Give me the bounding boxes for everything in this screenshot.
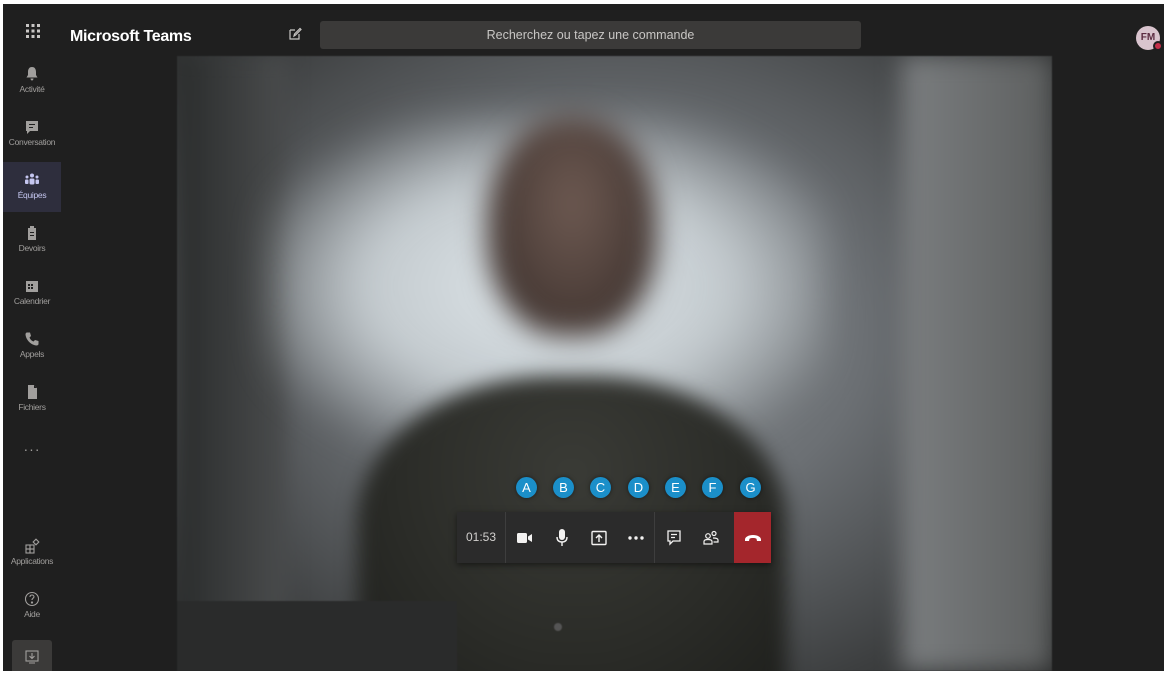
phone-icon: [25, 332, 39, 346]
marker-g: G: [740, 477, 761, 498]
sidebar-item-label: Appels: [19, 349, 45, 359]
sidebar-item-label: Conversation: [8, 137, 56, 147]
marker-a: A: [516, 477, 537, 498]
calendar-icon: [26, 281, 38, 292]
sidebar-item-calendrier[interactable]: Calendrier: [3, 268, 61, 318]
app-title: Microsoft Teams: [70, 28, 192, 45]
share-screen-icon: [590, 530, 607, 545]
bell-icon: [26, 67, 38, 81]
share-screen-button[interactable]: [580, 512, 617, 563]
teams-window: Microsoft Teams Recherchez ou tapez une …: [3, 4, 1164, 671]
microphone-button[interactable]: [543, 512, 580, 563]
sidebar-item-label: Calendrier: [13, 296, 51, 306]
sidebar-item-label: Activité: [19, 84, 45, 94]
sidebar-item-applications[interactable]: Applications: [3, 528, 61, 578]
sidebar-item-label: Applications: [10, 556, 54, 566]
sidebar-item-fichiers[interactable]: Fichiers: [3, 374, 61, 424]
video-camera-icon: [516, 532, 532, 543]
marker-c: C: [590, 477, 611, 498]
marker-b: B: [553, 477, 574, 498]
search-input[interactable]: Recherchez ou tapez une commande: [320, 21, 861, 49]
top-bar: Microsoft Teams Recherchez ou tapez une …: [3, 4, 1164, 56]
teams-icon: [25, 173, 39, 185]
sidebar-item-equipes[interactable]: Équipes: [3, 162, 61, 212]
microphone-icon: [555, 528, 568, 546]
chat-icon: [666, 529, 681, 546]
call-timer: 01:53: [457, 512, 506, 563]
sidebar-item-activite[interactable]: Activité: [3, 56, 61, 106]
marker-e: E: [665, 477, 686, 498]
video-feed: [177, 56, 1052, 671]
apps-icon: [25, 538, 40, 554]
status-badge: [1153, 41, 1163, 51]
marker-d: D: [628, 477, 649, 498]
sidebar-item-devoirs[interactable]: Devoirs: [3, 215, 61, 265]
help-icon: [24, 591, 40, 607]
chat-icon: [26, 121, 38, 134]
sidebar-item-aide[interactable]: Aide: [3, 581, 61, 631]
app-launcher-icon[interactable]: [25, 24, 41, 38]
sidebar-item-label: Aide: [24, 609, 40, 619]
hang-up-icon: [744, 534, 761, 541]
download-icon: [25, 650, 39, 664]
show-participants-button[interactable]: [692, 512, 729, 563]
participants-icon: [702, 530, 719, 545]
camera-button[interactable]: [506, 512, 543, 563]
app-sidebar: Activité Conversation Équipes Devoirs Ca…: [3, 56, 61, 671]
compose-icon[interactable]: [288, 27, 304, 43]
files-icon: [28, 385, 37, 399]
show-conversation-button[interactable]: [655, 512, 692, 563]
download-button[interactable]: [12, 640, 52, 671]
more-icon: [627, 535, 644, 540]
assignments-icon: [28, 226, 36, 240]
sidebar-item-label: Équipes: [17, 190, 47, 200]
more-apps-button[interactable]: ···: [3, 441, 61, 457]
marker-f: F: [702, 477, 723, 498]
sidebar-item-label: Fichiers: [18, 402, 46, 412]
participant-head: [487, 116, 657, 336]
call-controls: 01:53: [457, 512, 771, 563]
sidebar-item-appels[interactable]: Appels: [3, 321, 61, 371]
sidebar-item-label: Devoirs: [18, 243, 46, 253]
more-actions-button[interactable]: [617, 512, 654, 563]
hang-up-button[interactable]: [734, 512, 771, 563]
sidebar-item-conversation[interactable]: Conversation: [3, 109, 61, 159]
